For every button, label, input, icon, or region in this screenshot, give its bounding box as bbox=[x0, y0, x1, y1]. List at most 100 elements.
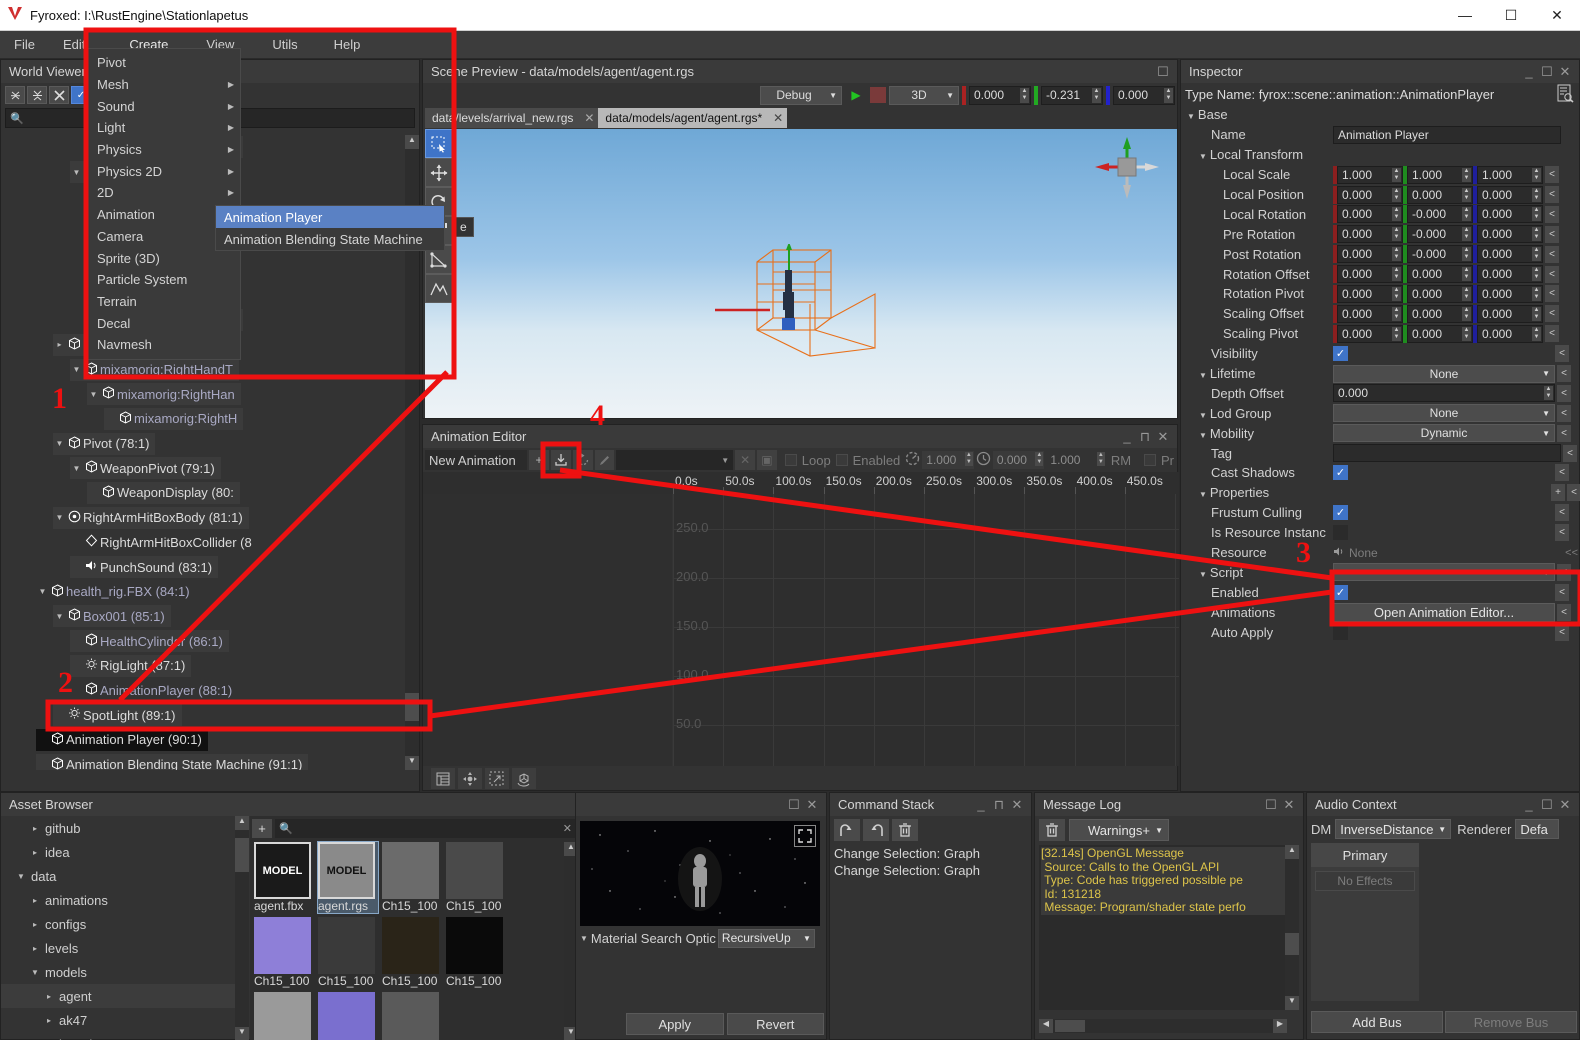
reset-field-button[interactable]: < bbox=[1545, 265, 1559, 283]
create-menu-item-physics[interactable]: Physics ▶ bbox=[87, 139, 240, 161]
reimport-animation-icon[interactable] bbox=[572, 450, 593, 470]
stepper-icon[interactable]: ▲ ▼ bbox=[1462, 267, 1471, 282]
inspector-field-mobility[interactable]: ▼ Mobility Dynamic ▼ < bbox=[1181, 423, 1580, 443]
rename-animation-icon[interactable] bbox=[594, 450, 615, 470]
scene-graph-node[interactable]: WeaponDisplay (80: bbox=[1, 481, 421, 506]
speed-input[interactable]: 1.000 ▲ ▼ bbox=[922, 451, 974, 469]
material-search-option-dropdown[interactable]: RecursiveUp ▼ bbox=[717, 928, 815, 948]
minimize-icon[interactable]: _ bbox=[973, 797, 989, 813]
tree-expander-icon[interactable]: ▸ bbox=[43, 992, 55, 1001]
tree-expander-icon[interactable]: ▼ bbox=[87, 390, 100, 399]
collapse-all-icon[interactable] bbox=[5, 86, 25, 104]
scene-graph-node[interactable]: SpotLight (89:1) bbox=[1, 703, 421, 728]
chevron-down-icon[interactable]: ▼ bbox=[1187, 112, 1195, 121]
chevron-down-icon[interactable]: ▼ bbox=[580, 934, 588, 943]
minimize-icon[interactable]: — bbox=[1442, 0, 1488, 31]
vector-component-input[interactable]: 0.000 ▲ ▼ bbox=[1337, 284, 1403, 303]
undo-icon[interactable] bbox=[834, 819, 860, 841]
inspector-field-tag[interactable]: Tag < bbox=[1181, 443, 1580, 463]
chevron-down-icon[interactable]: ▼ bbox=[1199, 490, 1207, 499]
stepper-icon[interactable]: ▲ ▼ bbox=[1462, 286, 1471, 301]
maximize-icon[interactable]: ☐ bbox=[1488, 0, 1534, 31]
distance-model-dropdown[interactable]: InverseDistance ▼ bbox=[1335, 819, 1452, 839]
scene-graph-node[interactable]: ▼ health_rig.FBX (84:1) bbox=[1, 579, 421, 604]
tree-expander-icon[interactable]: ▸ bbox=[29, 920, 41, 929]
vector-component-input[interactable]: -0.000 ▲ ▼ bbox=[1407, 245, 1473, 264]
checkbox[interactable]: ✓ bbox=[1333, 505, 1348, 521]
inspector-field-local-scale[interactable]: Local Scale 1.000 ▲ ▼ 1.000 ▲ ▼ 1.000 ▲ ▼ < bbox=[1181, 165, 1580, 185]
inspector-field-frustum-culling[interactable]: Frustum Culling ✓ < bbox=[1181, 503, 1580, 523]
stepper-icon[interactable]: ▲ ▼ bbox=[1462, 326, 1471, 341]
vector-component-input[interactable]: 0.000 ▲ ▼ bbox=[1337, 245, 1403, 264]
camera-y-input[interactable]: -0.231 ▲ ▼ bbox=[1041, 85, 1103, 105]
dropdown[interactable]: None ▼ bbox=[1333, 404, 1555, 423]
reset-field-button[interactable]: < bbox=[1545, 166, 1559, 184]
inspector-field-local-rotation[interactable]: Local Rotation 0.000 ▲ ▼ -0.000 ▲ ▼ 0.000 ▲ ▼ < bbox=[1181, 204, 1580, 224]
stepper-icon[interactable]: ▲ ▼ bbox=[1392, 207, 1401, 222]
locate-selection-icon[interactable] bbox=[49, 86, 69, 104]
chevron-down-icon[interactable]: ▼ bbox=[1199, 152, 1207, 161]
reset-field-button[interactable]: < bbox=[1557, 424, 1571, 442]
close-icon[interactable]: ✕ bbox=[1281, 797, 1297, 813]
scroll-up-icon[interactable]: ▲ bbox=[1285, 845, 1299, 859]
maximize-icon[interactable]: ☐ bbox=[786, 797, 802, 813]
stepper-icon[interactable]: ▲ ▼ bbox=[1532, 227, 1541, 242]
add-property-button[interactable]: + bbox=[1551, 484, 1565, 502]
menu-item-file[interactable]: File bbox=[0, 33, 49, 56]
vector-component-input[interactable]: 0.000 ▲ ▼ bbox=[1477, 284, 1543, 303]
remove-bus-button[interactable]: Remove Bus bbox=[1445, 1011, 1577, 1033]
asset-tile[interactable]: Ch15_100 bbox=[382, 842, 442, 913]
stepper-icon[interactable]: ▲ ▼ bbox=[1392, 247, 1401, 262]
reset-field-button[interactable]: < bbox=[1545, 245, 1559, 263]
reset-field-button[interactable]: < bbox=[1555, 464, 1569, 482]
close-icon[interactable]: ✕ bbox=[1155, 429, 1171, 445]
resource-reset-button[interactable]: << bbox=[1565, 547, 1580, 559]
scrollbar-thumb[interactable] bbox=[405, 693, 419, 721]
asset-tile[interactable]: Ch15_100 bbox=[382, 917, 442, 988]
stepper-icon[interactable]: ▲ ▼ bbox=[1392, 167, 1401, 182]
scene-graph-node[interactable]: Animation Blending State Machine (91:1) bbox=[1, 752, 421, 770]
asset-folder-animations[interactable]: ▸ animations bbox=[1, 888, 235, 912]
stepper-icon[interactable]: ▲ ▼ bbox=[1392, 306, 1401, 321]
vector-component-input[interactable]: 0.000 ▲ ▼ bbox=[1337, 205, 1403, 224]
build-profile-dropdown[interactable]: Debug ▼ bbox=[760, 85, 842, 105]
asset-tile[interactable] bbox=[254, 992, 314, 1040]
scene-graph-node[interactable]: RightArmHitBoxCollider (8 bbox=[1, 530, 421, 555]
maximize-icon[interactable]: ⊓ bbox=[1137, 429, 1153, 445]
add-asset-icon[interactable]: + bbox=[252, 818, 272, 838]
reset-field-button[interactable]: < bbox=[1557, 404, 1571, 422]
terrain-tool-icon[interactable] bbox=[425, 274, 453, 303]
asset-tile[interactable]: MODEL agent.rgs bbox=[317, 841, 379, 914]
stepper-icon[interactable]: ▲ ▼ bbox=[1164, 87, 1173, 103]
tree-expander-icon[interactable]: ▼ bbox=[53, 612, 66, 621]
clone-animation-icon[interactable]: ▣ bbox=[757, 450, 777, 470]
asset-folder-tree[interactable]: ▸ github ▸ idea ▼ data ▸ animations ▸ configs ▸ lev… bbox=[1, 816, 235, 1040]
stepper-icon[interactable]: ▲ ▼ bbox=[1532, 187, 1541, 202]
checkbox[interactable] bbox=[1333, 525, 1348, 541]
asset-tree-scrollbar[interactable]: ▲ ▼ bbox=[235, 816, 249, 1040]
stepper-icon[interactable]: ▲ ▼ bbox=[1532, 207, 1541, 222]
scene-graph-node[interactable]: mixamorig:RightH bbox=[1, 407, 421, 432]
stepper-icon[interactable]: ▲ ▼ bbox=[1096, 452, 1105, 466]
vector-component-input[interactable]: -0.000 ▲ ▼ bbox=[1407, 225, 1473, 244]
stepper-icon[interactable]: ▲ ▼ bbox=[1462, 167, 1471, 182]
asset-search-input[interactable]: 🔍 ✕ bbox=[275, 818, 576, 838]
scene-graph-node[interactable]: AnimationPlayer (88:1) bbox=[1, 678, 421, 703]
asset-folder-levels[interactable]: ▸ levels bbox=[1, 936, 235, 960]
scene-graph-node[interactable]: ▼ mixamorig:RightHan bbox=[1, 382, 421, 407]
scene-graph-node[interactable]: ▼ mixamorig:RightHandT bbox=[1, 357, 421, 382]
scroll-left-icon[interactable]: ◀ bbox=[1039, 1019, 1053, 1033]
inspector-field-lifetime[interactable]: ▼ Lifetime None ▼ < bbox=[1181, 364, 1580, 384]
material-preview-render[interactable] bbox=[580, 821, 820, 926]
fit-icon[interactable] bbox=[458, 768, 482, 789]
asset-grid[interactable]: + 🔍 ✕ MODEL agent.fbx MODEL agent.rgs Ch15_1… bbox=[250, 816, 578, 1040]
scene-graph-node[interactable]: Animation Player (90:1) bbox=[1, 728, 421, 753]
inspector-field-enabled[interactable]: Enabled ✓ < bbox=[1181, 582, 1580, 602]
tree-expander-icon[interactable]: ▸ bbox=[29, 824, 41, 833]
inspector-field-lod-group[interactable]: ▼ Lod Group None ▼ < bbox=[1181, 403, 1580, 423]
scroll-down-icon[interactable]: ▼ bbox=[1285, 996, 1299, 1010]
reset-field-button[interactable]: < bbox=[1555, 524, 1569, 542]
open-animation-editor-button[interactable]: Open Animation Editor... bbox=[1333, 602, 1555, 622]
timeline-ruler[interactable]: 0.0s 50.0s 100.0s 150.0s 200.0s 250.0s 300.0s 3… bbox=[423, 472, 1179, 494]
menu-item-utils[interactable]: Utils bbox=[258, 33, 311, 56]
